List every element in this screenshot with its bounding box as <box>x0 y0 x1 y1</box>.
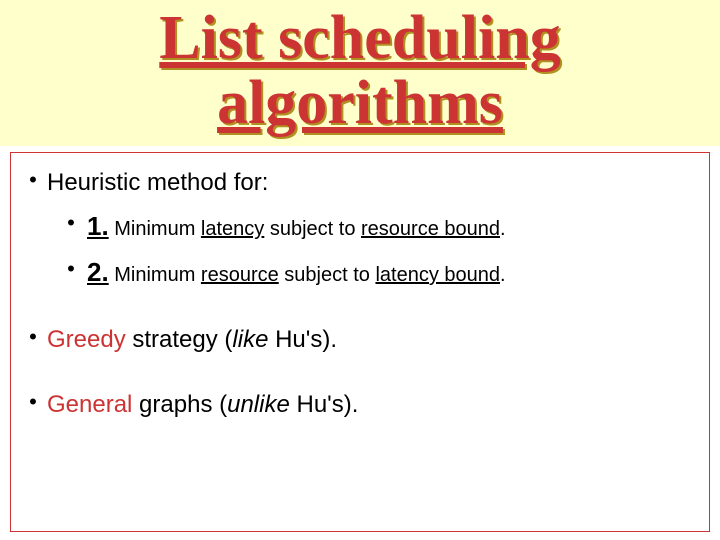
bullet-heuristic: • Heuristic method for: <box>19 167 701 198</box>
sub1-text: 1. Minimum latency subject to resource b… <box>87 210 506 244</box>
latency-underline: latency <box>201 218 264 240</box>
slide-title: List scheduling algorithms <box>159 6 560 136</box>
bullet-greedy: • Greedy strategy (like Hu's). <box>19 324 701 355</box>
num-1: 1. <box>87 211 109 241</box>
greedy-red: Greedy <box>47 326 126 353</box>
title-line-1: List scheduling <box>159 4 560 72</box>
bullet-icon: • <box>19 324 47 350</box>
sub-bullet-2: • 2. Minimum resource subject to latency… <box>55 256 701 290</box>
bullet-icon: • <box>19 167 47 193</box>
title-band: List scheduling algorithms <box>0 0 720 146</box>
resource-underline: resource <box>201 264 279 286</box>
bullet-general: • General graphs (unlike Hu's). <box>19 389 701 420</box>
sub2-text: 2. Minimum resource subject to latency b… <box>87 256 506 290</box>
general-red: General <box>47 391 132 418</box>
unlike-italic: unlike <box>227 391 290 418</box>
resource-bound-underline: resource bound <box>361 218 500 240</box>
bullet-icon: • <box>55 256 87 282</box>
num-2: 2. <box>87 257 109 287</box>
latency-bound-underline: latency bound <box>375 264 500 286</box>
bullet-icon: • <box>55 210 87 236</box>
general-text: General graphs (unlike Hu's). <box>47 389 358 420</box>
greedy-text: Greedy strategy (like Hu's). <box>47 324 337 355</box>
sub-bullet-1: • 1. Minimum latency subject to resource… <box>55 210 701 244</box>
content-box: • Heuristic method for: • 1. Minimum lat… <box>10 152 710 532</box>
title-line-2: algorithms <box>217 69 503 137</box>
heuristic-text: Heuristic method for: <box>47 167 268 198</box>
like-italic: like <box>232 326 268 353</box>
bullet-icon: • <box>19 389 47 415</box>
